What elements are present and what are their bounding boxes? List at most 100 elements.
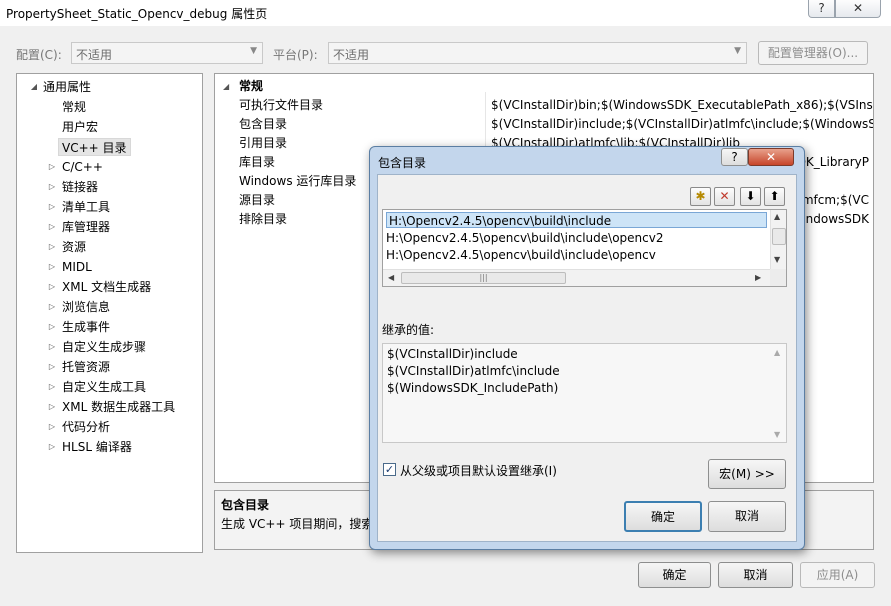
tree-item[interactable]: 浏览信息 — [62, 298, 110, 316]
description-title: 包含目录 — [221, 498, 270, 512]
inherited-values-label: 继承的值: — [382, 323, 435, 337]
move-up-icon[interactable]: ⬆ — [764, 187, 785, 206]
expand-triangle-icon[interactable]: ▷ — [47, 282, 57, 291]
tree-item[interactable]: 托管资源 — [62, 358, 110, 376]
delete-icon[interactable]: ✕ — [714, 187, 735, 206]
grid-row-name: Windows 运行库目录 — [239, 174, 357, 188]
inherited-item: $(VCInstallDir)include — [387, 347, 518, 361]
expand-triangle-icon[interactable]: ▷ — [47, 202, 57, 211]
grid-category-label: 常规 — [239, 79, 264, 93]
config-combo[interactable]: 不适用 ▼ — [71, 42, 263, 64]
tree-item[interactable]: XML 数据生成器工具 — [62, 398, 175, 416]
scroll-right-icon[interactable]: ▶ — [755, 273, 761, 282]
scroll-down-icon[interactable]: ▼ — [774, 255, 780, 264]
expand-triangle-icon[interactable]: ▷ — [47, 302, 57, 311]
tree-item[interactable]: 代码分析 — [62, 418, 110, 436]
expand-triangle-icon[interactable]: ▷ — [47, 162, 57, 171]
inherit-checkbox[interactable]: ✓ — [383, 463, 396, 476]
collapse-triangle-icon[interactable]: ◢ — [29, 82, 39, 91]
scroll-corner — [770, 269, 786, 286]
move-down-icon[interactable]: ⬇ — [740, 187, 761, 206]
tree-item[interactable]: 用户宏 — [62, 118, 98, 136]
inherited-item: $(VCInstallDir)atlmfc\include — [387, 364, 560, 378]
grid-row-name: 包含目录 — [239, 117, 288, 131]
chevron-down-icon: ▼ — [250, 46, 257, 56]
expand-triangle-icon[interactable]: ▷ — [47, 322, 57, 331]
cancel-button[interactable]: 取消 — [718, 562, 793, 588]
expand-triangle-icon[interactable]: ▷ — [47, 342, 57, 351]
grid-row-value: mfcm;$(VC — [801, 193, 869, 207]
tree-item[interactable]: 资源 — [62, 238, 86, 256]
path-list-vscroll[interactable]: ▲ ▼ — [770, 210, 786, 269]
new-line-folder-icon[interactable]: ✱ — [690, 187, 711, 206]
platform-value: 不适用 — [333, 48, 370, 62]
scroll-up-icon[interactable]: ▲ — [774, 212, 780, 221]
tree-item[interactable]: 清单工具 — [62, 198, 110, 216]
inherit-checkbox-label[interactable]: 从父级或项目默认设置继承(I) — [400, 462, 557, 479]
config-value: 不适用 — [76, 48, 113, 62]
description-text: 生成 VC++ 项目期间，搜索 — [221, 517, 374, 531]
grid-row-value: $(VCInstallDir)include;$(VCInstallDir)at… — [491, 117, 874, 131]
title-bar: PropertySheet_Static_Opencv_debug 属性页 — [0, 0, 891, 26]
inherited-item: $(WindowsSDK_IncludePath) — [387, 381, 559, 395]
tree-item[interactable]: 库管理器 — [62, 218, 110, 236]
config-label: 配置(C): — [16, 48, 62, 62]
dialog-close-button[interactable]: ✕ — [748, 148, 794, 166]
scroll-up-icon: ▲ — [774, 348, 781, 357]
grid-row-name: 可执行文件目录 — [239, 98, 324, 112]
grid-row-value: $(VCInstallDir)bin;$(WindowsSDK_Executab… — [491, 98, 874, 112]
path-item[interactable]: H:\Opencv2.4.5\opencv\build\include\open… — [386, 230, 663, 246]
expand-triangle-icon[interactable]: ▷ — [47, 402, 57, 411]
grid-row[interactable]: 包含目录 $(VCInstallDir)include;$(VCInstallDi… — [215, 115, 873, 134]
config-manager-button[interactable]: 配置管理器(O)... — [758, 41, 868, 65]
tree-item[interactable]: 通用属性 — [43, 78, 91, 96]
scroll-thumb[interactable] — [772, 228, 786, 245]
hscroll-thumb[interactable]: ||| — [401, 272, 566, 284]
help-button[interactable]: ? — [808, 0, 835, 18]
scroll-down-icon: ▼ — [774, 430, 781, 439]
dialog-help-button[interactable]: ? — [721, 148, 748, 166]
platform-label: 平台(P): — [273, 48, 318, 62]
expand-triangle-icon[interactable]: ▷ — [47, 442, 57, 451]
expand-triangle-icon[interactable]: ▷ — [47, 222, 57, 231]
close-button[interactable]: ✕ — [835, 0, 881, 18]
tree-item[interactable]: 生成事件 — [62, 318, 110, 336]
grid-row[interactable]: 可执行文件目录 $(VCInstallDir)bin;$(WindowsSDK_E… — [215, 96, 873, 115]
expand-triangle-icon[interactable]: ▷ — [47, 242, 57, 251]
tree-item[interactable]: 链接器 — [62, 178, 98, 196]
collapse-triangle-icon[interactable]: ◢ — [223, 77, 229, 96]
path-item[interactable]: H:\Opencv2.4.5\opencv\build\include\open… — [386, 247, 656, 263]
grid-row-value: DK_LibraryP — [796, 155, 869, 169]
grid-row-name: 源目录 — [239, 193, 276, 207]
tree-item[interactable]: HLSL 编译器 — [62, 438, 132, 456]
expand-triangle-icon[interactable]: ▷ — [47, 422, 57, 431]
grid-category-row[interactable]: ◢ 常规 — [215, 77, 873, 96]
expand-triangle-icon[interactable]: ▷ — [47, 262, 57, 271]
dialog-cancel-button[interactable]: 取消 — [708, 501, 786, 532]
grid-row-name: 引用目录 — [239, 136, 288, 150]
ok-button[interactable]: 确定 — [638, 562, 711, 588]
tree-item[interactable]: C/C++ — [62, 158, 103, 176]
property-tree[interactable]: ◢ 通用属性 常规 用户宏 VC++ 目录 ▷ C/C++ ▷ 链接器 ▷ 清单工具 ▷ 库管理器 ▷ 资源… — [16, 73, 203, 553]
include-path-list[interactable]: H:\Opencv2.4.5\opencv\build\include H:\O… — [382, 209, 787, 287]
tree-item[interactable]: 自定义生成工具 — [62, 378, 146, 396]
grid-row-name: 库目录 — [239, 155, 276, 169]
tree-item[interactable]: XML 文档生成器 — [62, 278, 151, 296]
dialog-ok-button[interactable]: 确定 — [624, 501, 702, 532]
expand-triangle-icon[interactable]: ▷ — [47, 362, 57, 371]
path-list-hscroll[interactable]: ◀ ||| ▶ — [383, 269, 770, 286]
tree-item[interactable]: VC++ 目录 — [58, 138, 131, 156]
expand-triangle-icon[interactable]: ▷ — [47, 182, 57, 191]
macro-button[interactable]: 宏(M) >> — [708, 459, 786, 489]
apply-button[interactable]: 应用(A) — [800, 562, 875, 588]
path-item[interactable]: H:\Opencv2.4.5\opencv\build\include — [386, 212, 767, 228]
window-title: PropertySheet_Static_Opencv_debug 属性页 — [6, 7, 268, 21]
platform-combo[interactable]: 不适用 ▼ — [328, 42, 747, 64]
tree-item[interactable]: 常规 — [62, 98, 86, 116]
tree-item[interactable]: 自定义生成步骤 — [62, 338, 146, 356]
expand-triangle-icon[interactable]: ▷ — [47, 382, 57, 391]
tree-item[interactable]: MIDL — [62, 258, 92, 276]
inherited-values-list: $(VCInstallDir)include $(VCInstallDir)at… — [382, 343, 787, 443]
scroll-left-icon[interactable]: ◀ — [388, 273, 394, 282]
grid-row-name: 排除目录 — [239, 212, 288, 226]
